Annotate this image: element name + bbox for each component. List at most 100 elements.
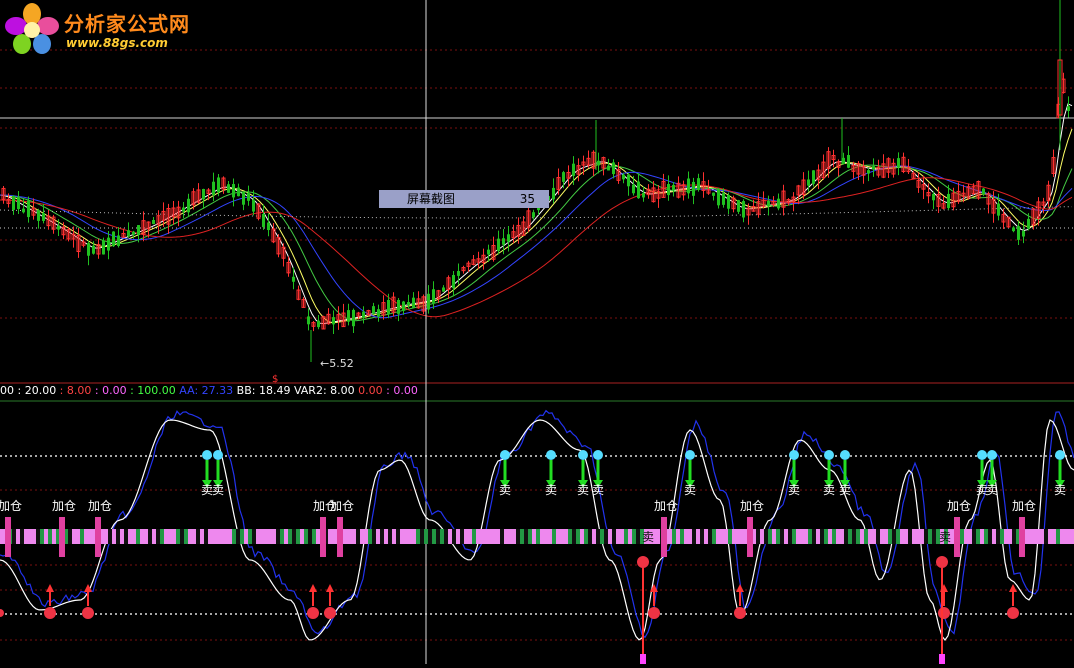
signal-band-segment — [360, 529, 364, 544]
signal-band-segment — [72, 529, 76, 544]
candle-down — [432, 289, 435, 304]
strong-buy-base — [640, 654, 646, 664]
signal-band-segment — [844, 529, 848, 544]
signal-band-segment — [992, 529, 996, 544]
signal-band-segment — [560, 529, 564, 544]
indicator-value-1: : 8.00 — [56, 384, 92, 397]
candle-down — [632, 184, 635, 194]
signal-band-segment — [548, 529, 552, 544]
sell-label: 卖 — [839, 483, 851, 497]
candle-down — [897, 158, 900, 167]
signal-band-segment — [924, 529, 928, 544]
candle-down — [742, 201, 745, 218]
signal-band-segment — [488, 529, 492, 544]
candle-down — [722, 193, 725, 205]
stock-chart-stage[interactable]: $ 加仓 加仓 加仓 加仓 加仓 加仓 加仓 加仓 加仓卖卖卖卖卖卖卖卖卖卖卖卖卖卖卖 分析家公式… — [0, 0, 1074, 664]
signal-band-segment — [632, 529, 636, 544]
candle-down — [572, 163, 575, 176]
signal-band-segment — [304, 529, 308, 544]
signal-band-segment — [156, 529, 160, 544]
candle-down — [362, 311, 365, 319]
signal-band-segment — [132, 529, 136, 544]
screenshot-tooltip: 屏幕截图 35 — [379, 190, 549, 208]
signal-band-segment — [448, 529, 452, 544]
chart-canvas[interactable]: $加仓 加仓 加仓 加仓加仓 加仓 加仓 加仓 加仓卖卖卖卖卖卖卖卖卖卖卖卖 卖卖卖 — [0, 0, 1074, 664]
signal-band-segment — [140, 529, 144, 544]
signal-band-segment — [400, 529, 404, 544]
candle-down — [57, 225, 60, 230]
candle-down — [672, 184, 675, 191]
candle-down — [27, 200, 30, 218]
sell-ball-icon — [500, 450, 510, 460]
sell-ball-icon — [578, 450, 588, 460]
signal-band-segment — [484, 529, 488, 544]
add-position-label: 加仓 — [0, 499, 22, 513]
signal-band-segment — [900, 529, 904, 544]
signal-band-segment — [264, 529, 268, 544]
indicator-line-aa — [0, 409, 1074, 639]
candle-down — [692, 181, 695, 196]
signal-band-segment — [260, 529, 264, 544]
candle-down — [427, 293, 430, 310]
signal-band-segment — [916, 529, 920, 544]
signal-band-segment — [456, 529, 460, 544]
signal-band-segment — [828, 529, 832, 544]
candle-down — [502, 238, 505, 245]
signal-band-segment — [316, 529, 320, 544]
signal-band-segment — [696, 529, 700, 544]
signal-band-segment — [728, 529, 732, 544]
signal-band-segment — [408, 529, 412, 544]
signal-band-segment — [668, 529, 672, 544]
candle-down — [777, 198, 780, 209]
signal-band-segment — [44, 529, 48, 544]
sell-ball-icon — [1055, 450, 1065, 460]
signal-band-segment — [588, 529, 592, 544]
add-position-bar — [320, 517, 326, 557]
signal-band-segment — [760, 529, 764, 544]
signal-band-segment — [0, 529, 4, 544]
candle-down — [372, 306, 375, 314]
signal-band-segment — [932, 529, 936, 544]
candle-down — [307, 316, 310, 325]
signal-band-segment — [12, 529, 16, 544]
candle-down — [232, 184, 235, 198]
signal-band-segment — [764, 529, 768, 544]
buy-ball-icon — [82, 607, 94, 619]
signal-band-segment — [168, 529, 172, 544]
moving-average-line-1 — [0, 128, 1073, 324]
candle-down — [117, 235, 120, 246]
sell-label: 卖 — [823, 483, 835, 497]
signal-band-segment — [1048, 529, 1052, 544]
indicator-value-bar: 00 : 20.00 : 8.00 : 0.00 : 100.00 AA: 27… — [0, 383, 418, 399]
signal-band-segment — [1000, 529, 1004, 544]
signal-band-segment — [740, 529, 744, 544]
signal-band-segment — [184, 529, 188, 544]
signal-band-segment — [1052, 529, 1056, 544]
candle-down — [42, 213, 45, 221]
signal-band-segment — [504, 529, 508, 544]
candle-down — [217, 177, 220, 193]
candle-down — [92, 245, 95, 254]
signal-band-segment — [872, 529, 876, 544]
signal-band-segment — [444, 529, 448, 544]
candle-down — [247, 192, 250, 201]
signal-band-segment — [776, 529, 780, 544]
sell-label: 卖 — [499, 483, 511, 497]
signal-band-segment — [228, 529, 232, 544]
signal-band-segment — [600, 529, 604, 544]
signal-band-segment — [412, 529, 416, 544]
signal-band-segment — [420, 529, 424, 544]
sell-ball-icon — [213, 450, 223, 460]
signal-band-segment — [272, 529, 276, 544]
candle-down — [317, 320, 320, 328]
signal-band-segment — [120, 529, 124, 544]
signal-band-segment — [80, 529, 84, 544]
signal-band-segment — [104, 529, 108, 544]
signal-band-segment — [36, 529, 40, 544]
add-position-label: 加仓 — [740, 499, 764, 513]
signal-band-segment — [196, 529, 200, 544]
signal-band-segment — [308, 529, 312, 544]
sell-ball-icon — [546, 450, 556, 460]
indicator-value-4: AA: 27.33 — [175, 384, 234, 397]
signal-band-segment — [480, 529, 484, 544]
